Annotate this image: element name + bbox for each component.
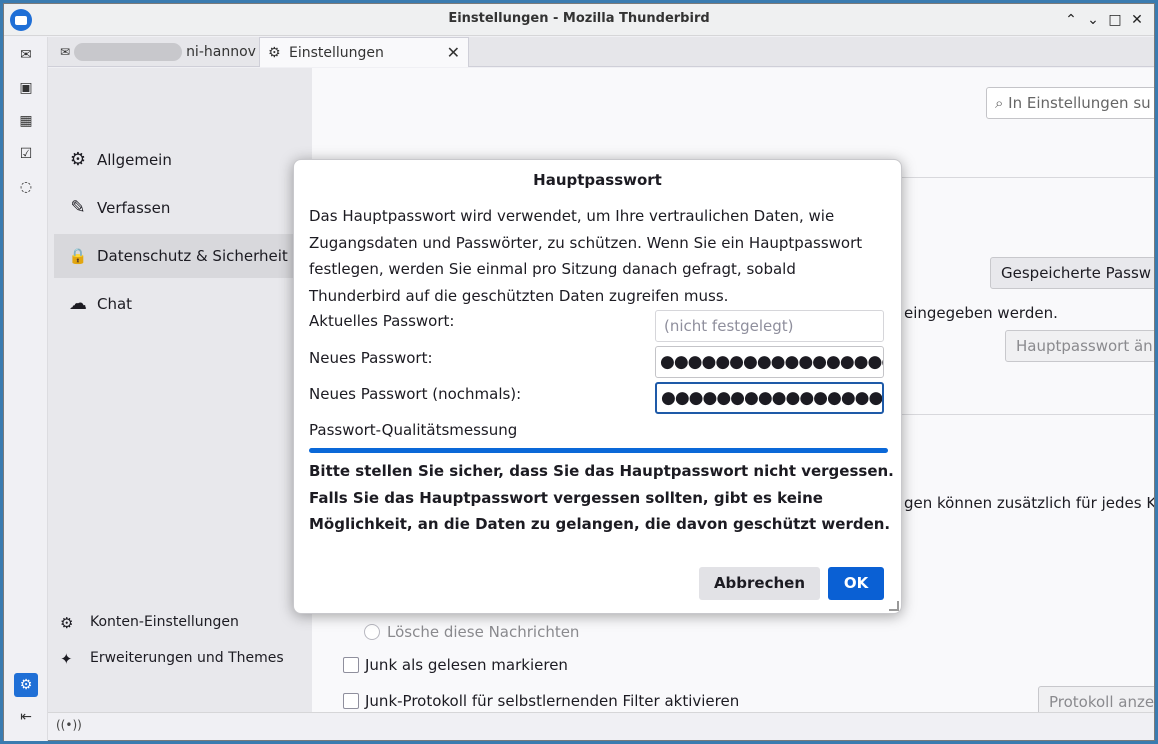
current-password-label: Aktuelles Passwort:	[309, 312, 455, 330]
cancel-button[interactable]: Abbrechen	[699, 567, 820, 600]
minimize-button[interactable]: ⌃	[1060, 9, 1082, 31]
gear-icon: ⚙	[69, 149, 87, 170]
show-protocol-button[interactable]: Protokoll anze	[1038, 686, 1154, 712]
nav-item-label: Allgemein	[97, 151, 172, 169]
puzzle-icon: ✦	[60, 650, 73, 668]
status-bar: ((•))	[48, 712, 1154, 740]
address-book-space-icon[interactable]: ▣	[14, 76, 38, 100]
nav-addons-themes[interactable]: ✦ Erweiterungen und Themes	[60, 650, 284, 668]
close-tab-icon[interactable]: ✕	[447, 38, 460, 67]
nav-item-label: Verfassen	[97, 199, 171, 217]
nav-item-chat[interactable]: ☁ Chat	[54, 282, 294, 326]
settings-nav: ⚙ Allgemein ✎ Verfassen 🔒 Datenschutz & …	[48, 68, 312, 712]
chat-space-icon[interactable]: ◌	[14, 175, 38, 199]
junk-settings-text: gen können zusätzlich für jedes Ko	[904, 494, 1154, 512]
junk-mark-read-label: Junk als gelesen markieren	[365, 656, 568, 674]
dialog-description: Das Hauptpasswort wird verwendet, um Ihr…	[309, 207, 863, 305]
quality-meter-label: Passwort-Qualitätsmessung	[309, 421, 518, 439]
close-window-button[interactable]: ✕	[1126, 9, 1148, 31]
change-master-password-button[interactable]: Hauptpasswort än	[1005, 330, 1154, 362]
ok-button[interactable]: OK	[828, 567, 884, 600]
nav-foot-label: Erweiterungen und Themes	[90, 650, 284, 666]
junk-mark-read-checkbox[interactable]	[343, 657, 359, 673]
title-bar: Einstellungen - Mozilla Thunderbird ⌃ ⌄ …	[4, 4, 1154, 36]
settings-search-input[interactable]: ⌕ In Einstellungen su	[986, 87, 1154, 119]
settings-space-icon[interactable]: ⚙	[14, 673, 38, 697]
confirm-password-label: Neues Passwort (nochmals):	[309, 385, 522, 403]
collapse-spaces-icon[interactable]: ⇤	[14, 705, 38, 729]
quality-meter-bar	[309, 448, 888, 453]
account-settings-icon: ⚙	[60, 614, 74, 632]
tab-mail[interactable]: ✉ ni-hannov	[54, 37, 258, 67]
mail-space-icon[interactable]: ✉	[14, 43, 38, 67]
tab-settings[interactable]: ⚙ Einstellungen ✕	[259, 37, 469, 67]
delete-messages-radio[interactable]	[364, 624, 380, 640]
calendar-space-icon[interactable]: ▦	[14, 109, 38, 133]
current-password-input[interactable]: (nicht festgelegt)	[655, 310, 884, 342]
window-title: Einstellungen - Mozilla Thunderbird	[448, 11, 710, 26]
lock-icon: 🔒	[68, 247, 88, 265]
restore-button[interactable]: ⌄	[1082, 9, 1104, 31]
spaces-toolbar: ✉ ▣ ▦ ☑ ◌ ⚙ ⇤	[4, 37, 48, 741]
tab-settings-label: Einstellungen	[289, 45, 384, 61]
new-password-label: Neues Passwort:	[309, 349, 433, 367]
redacted-account	[74, 43, 183, 61]
saved-passwords-button[interactable]: Gespeicherte Passw	[990, 257, 1154, 289]
gear-icon: ⚙	[268, 45, 281, 61]
nav-account-settings[interactable]: ⚙ Konten-Einstellungen	[60, 614, 239, 632]
new-password-input[interactable]: ●●●●●●●●●●●●●●●●●●	[655, 346, 884, 378]
tasks-space-icon[interactable]: ☑	[14, 142, 38, 166]
dialog-title: Hauptpasswort	[533, 171, 662, 189]
nav-item-general[interactable]: ⚙ Allgemein	[54, 138, 294, 182]
confirm-password-input[interactable]: ●●●●●●●●●●●●●●●●●●	[655, 382, 884, 414]
online-status-icon[interactable]: ((•))	[56, 718, 82, 732]
nav-item-label: Datenschutz & Sicherheit	[97, 247, 288, 265]
junk-log-label: Junk-Protokoll für selbstlernenden Filte…	[365, 692, 740, 710]
junk-log-checkbox[interactable]	[343, 693, 359, 709]
chat-bubble-icon: ☁	[69, 293, 87, 314]
nav-item-privacy[interactable]: 🔒 Datenschutz & Sicherheit	[54, 234, 294, 278]
pencil-icon: ✎	[70, 197, 86, 218]
tab-bar: ✉ ni-hannov ⚙ Einstellungen ✕	[48, 37, 1154, 67]
master-password-info-text: eingegeben werden.	[904, 304, 1058, 322]
delete-messages-label: Lösche diese Nachrichten	[387, 623, 580, 641]
master-password-dialog: Hauptpasswort Das Hauptpasswort wird ver…	[293, 159, 902, 614]
nav-item-label: Chat	[97, 295, 133, 313]
maximize-button[interactable]: □	[1104, 9, 1126, 31]
dialog-warning: Bitte stellen Sie sicher, dass Sie das H…	[309, 462, 894, 533]
mail-tab-icon: ✉	[60, 45, 71, 59]
tab-mail-label: ni-hannov	[186, 44, 256, 60]
resize-grip-icon[interactable]	[889, 601, 899, 611]
nav-item-compose[interactable]: ✎ Verfassen	[54, 186, 294, 230]
nav-foot-label: Konten-Einstellungen	[90, 614, 239, 630]
